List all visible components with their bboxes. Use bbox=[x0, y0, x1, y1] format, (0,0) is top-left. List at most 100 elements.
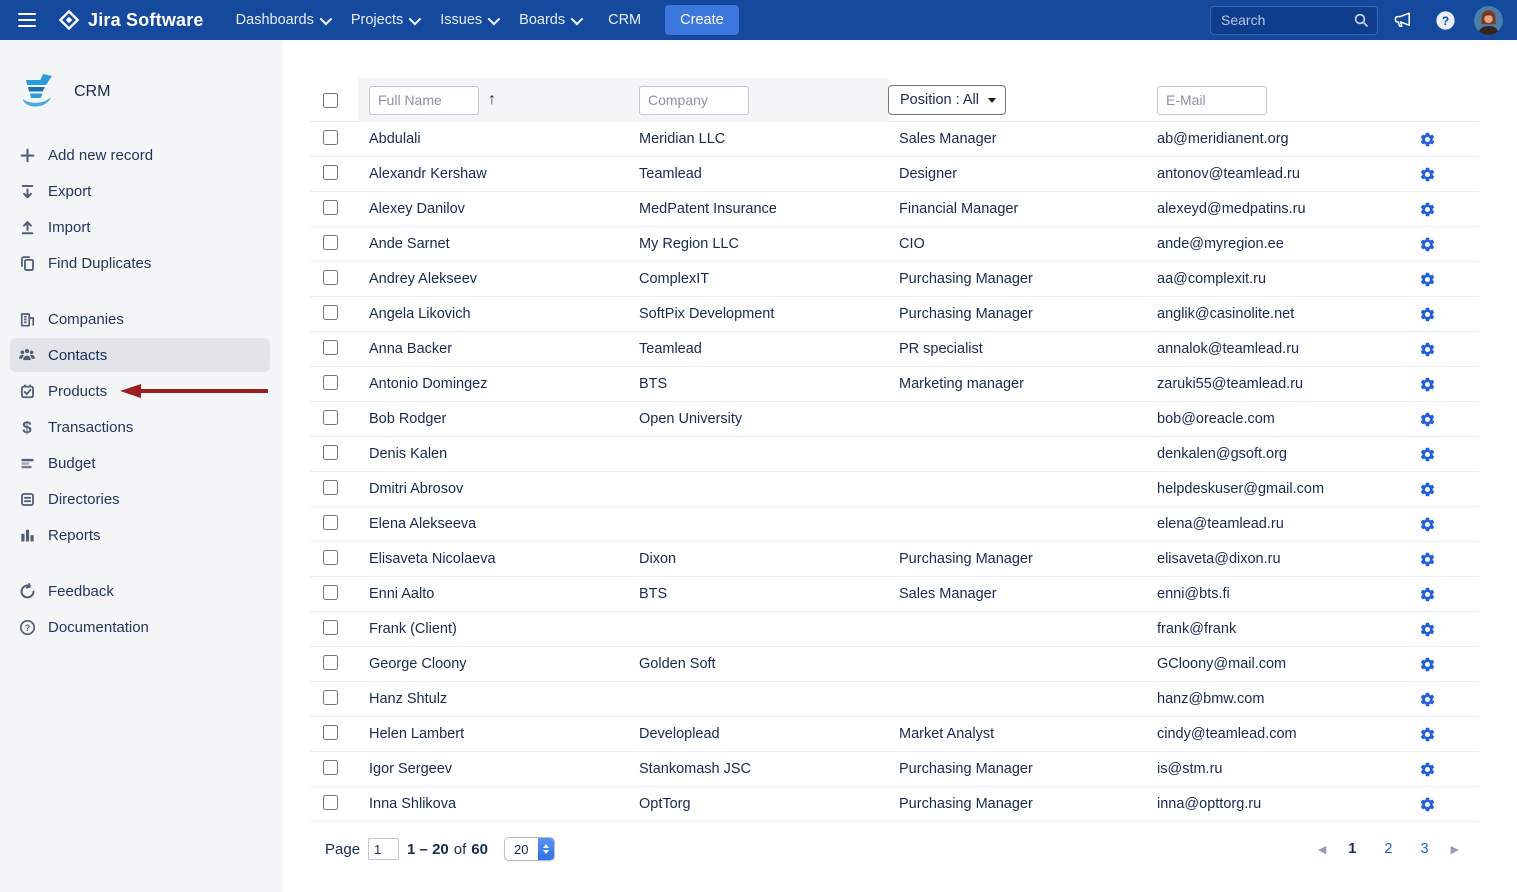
sidebar-item-feedback[interactable]: Feedback bbox=[0, 574, 283, 608]
row-checkbox[interactable] bbox=[323, 130, 338, 145]
table-row[interactable]: Enni AaltoBTSSales Managerenni@bts.fi bbox=[310, 577, 1479, 612]
row-settings-gear-icon[interactable] bbox=[1419, 376, 1436, 393]
announcements-icon[interactable] bbox=[1386, 3, 1420, 37]
row-settings-gear-icon[interactable] bbox=[1419, 306, 1436, 323]
help-icon[interactable]: ? bbox=[1428, 3, 1462, 37]
table-row[interactable]: AbdulaliMeridian LLCSales Managerab@meri… bbox=[310, 122, 1479, 157]
row-settings-gear-icon[interactable] bbox=[1419, 236, 1436, 253]
row-checkbox[interactable] bbox=[323, 620, 338, 635]
table-row[interactable]: Hanz Shtulzhanz@bmw.com bbox=[310, 682, 1479, 717]
table-row[interactable]: Denis Kalendenkalen@gsoft.org bbox=[310, 437, 1479, 472]
row-checkbox[interactable] bbox=[323, 340, 338, 355]
table-row[interactable]: George CloonyGolden SoftGCloony@mail.com bbox=[310, 647, 1479, 682]
full-name-filter-input[interactable] bbox=[369, 86, 479, 115]
row-checkbox[interactable] bbox=[323, 550, 338, 565]
table-row[interactable]: Antonio DomingezBTSMarketing managerzaru… bbox=[310, 367, 1479, 402]
row-checkbox[interactable] bbox=[323, 200, 338, 215]
sidebar-item-contacts[interactable]: Contacts bbox=[10, 338, 270, 372]
row-checkbox[interactable] bbox=[323, 305, 338, 320]
sidebar-item-products[interactable]: Products bbox=[0, 374, 283, 408]
row-checkbox[interactable] bbox=[323, 725, 338, 740]
contact-email: is@stm.ru bbox=[1146, 761, 1400, 777]
row-checkbox[interactable] bbox=[323, 690, 338, 705]
row-checkbox[interactable] bbox=[323, 760, 338, 775]
row-settings-gear-icon[interactable] bbox=[1419, 621, 1436, 638]
sidebar-item-reports[interactable]: Reports bbox=[0, 518, 283, 552]
row-checkbox[interactable] bbox=[323, 375, 338, 390]
sidebar-item-add-new-record[interactable]: Add new record bbox=[0, 138, 283, 172]
row-settings-gear-icon[interactable] bbox=[1419, 761, 1436, 778]
row-settings-gear-icon[interactable] bbox=[1419, 551, 1436, 568]
table-row[interactable]: Elisaveta NicolaevaDixonPurchasing Manag… bbox=[310, 542, 1479, 577]
row-settings-gear-icon[interactable] bbox=[1419, 131, 1436, 148]
sidebar-item-export[interactable]: Export bbox=[0, 174, 283, 208]
row-checkbox[interactable] bbox=[323, 445, 338, 460]
table-row[interactable]: Angela LikovichSoftPix DevelopmentPurcha… bbox=[310, 297, 1479, 332]
next-page-arrow[interactable]: ▶ bbox=[1451, 843, 1459, 856]
table-row[interactable]: Ande SarnetMy Region LLCCIOande@myregion… bbox=[310, 227, 1479, 262]
global-search[interactable] bbox=[1210, 6, 1378, 35]
row-checkbox[interactable] bbox=[323, 410, 338, 425]
sidebar-item-transactions[interactable]: $Transactions bbox=[0, 410, 283, 444]
nav-item-crm[interactable]: CRM bbox=[598, 6, 651, 34]
sidebar-item-documentation[interactable]: ?Documentation bbox=[0, 610, 283, 644]
page-link-1[interactable]: 1 bbox=[1348, 841, 1356, 857]
table-row[interactable]: Anna BackerTeamleadPR specialistannalok@… bbox=[310, 332, 1479, 367]
sidebar-item-directories[interactable]: Directories bbox=[0, 482, 283, 516]
hamburger-icon[interactable] bbox=[16, 12, 38, 28]
table-row[interactable]: Dmitri Abrosovhelpdeskuser@gmail.com bbox=[310, 472, 1479, 507]
select-all-checkbox[interactable] bbox=[323, 93, 338, 108]
row-settings-gear-icon[interactable] bbox=[1419, 446, 1436, 463]
prev-page-arrow[interactable]: ◀ bbox=[1318, 843, 1326, 856]
page-number-input[interactable] bbox=[368, 838, 399, 860]
row-checkbox[interactable] bbox=[323, 655, 338, 670]
table-row[interactable]: Alexandr KershawTeamleadDesignerantonov@… bbox=[310, 157, 1479, 192]
nav-item-boards[interactable]: Boards bbox=[509, 6, 590, 34]
row-checkbox[interactable] bbox=[323, 515, 338, 530]
table-row[interactable]: Elena Alekseevaelena@teamlead.ru bbox=[310, 507, 1479, 542]
row-checkbox[interactable] bbox=[323, 585, 338, 600]
row-settings-gear-icon[interactable] bbox=[1419, 586, 1436, 603]
nav-item-dashboards[interactable]: Dashboards bbox=[226, 6, 339, 34]
sidebar-item-import[interactable]: Import bbox=[0, 210, 283, 244]
row-settings-gear-icon[interactable] bbox=[1419, 516, 1436, 533]
table-row[interactable]: Andrey AlekseevComplexITPurchasing Manag… bbox=[310, 262, 1479, 297]
table-row[interactable]: Bob RodgerOpen Universitybob@oreacle.com bbox=[310, 402, 1479, 437]
row-checkbox[interactable] bbox=[323, 795, 338, 810]
row-checkbox[interactable] bbox=[323, 235, 338, 250]
company-filter-input[interactable] bbox=[639, 86, 749, 115]
user-avatar[interactable] bbox=[1474, 6, 1503, 35]
nav-item-issues[interactable]: Issues bbox=[430, 6, 507, 34]
row-settings-gear-icon[interactable] bbox=[1419, 411, 1436, 428]
row-checkbox[interactable] bbox=[323, 480, 338, 495]
row-settings-gear-icon[interactable] bbox=[1419, 796, 1436, 813]
table-row[interactable]: Alexey DanilovMedPatent InsuranceFinanci… bbox=[310, 192, 1479, 227]
table-row[interactable]: Frank (Client)frank@frank bbox=[310, 612, 1479, 647]
sidebar-item-companies[interactable]: Companies bbox=[0, 302, 283, 336]
search-input[interactable] bbox=[1221, 12, 1353, 28]
row-settings-gear-icon[interactable] bbox=[1419, 656, 1436, 673]
sidebar-item-budget[interactable]: Budget bbox=[0, 446, 283, 480]
row-checkbox[interactable] bbox=[323, 165, 338, 180]
table-row[interactable]: Inna ShlikovaOptTorgPurchasing Managerin… bbox=[310, 787, 1479, 822]
page-link-2[interactable]: 2 bbox=[1384, 841, 1392, 857]
row-settings-gear-icon[interactable] bbox=[1419, 201, 1436, 218]
row-settings-gear-icon[interactable] bbox=[1419, 341, 1436, 358]
sidebar-item-find-duplicates[interactable]: Find Duplicates bbox=[0, 246, 283, 280]
row-settings-gear-icon[interactable] bbox=[1419, 271, 1436, 288]
position-filter-select[interactable]: Position : All bbox=[888, 85, 1006, 115]
row-settings-gear-icon[interactable] bbox=[1419, 166, 1436, 183]
table-row[interactable]: Igor SergeevStankomash JSCPurchasing Man… bbox=[310, 752, 1479, 787]
page-size-select[interactable]: 20 bbox=[504, 837, 555, 861]
row-settings-gear-icon[interactable] bbox=[1419, 481, 1436, 498]
sort-ascending-icon[interactable]: ↑ bbox=[488, 91, 496, 109]
page-link-3[interactable]: 3 bbox=[1420, 841, 1428, 857]
row-settings-gear-icon[interactable] bbox=[1419, 726, 1436, 743]
jira-brand[interactable]: Jira Software bbox=[58, 9, 204, 31]
row-checkbox[interactable] bbox=[323, 270, 338, 285]
create-button[interactable]: Create bbox=[665, 5, 739, 35]
table-row[interactable]: Helen LambertDevelopleadMarket Analystci… bbox=[310, 717, 1479, 752]
row-settings-gear-icon[interactable] bbox=[1419, 691, 1436, 708]
email-filter-input[interactable] bbox=[1157, 86, 1267, 115]
nav-item-projects[interactable]: Projects bbox=[341, 6, 428, 34]
